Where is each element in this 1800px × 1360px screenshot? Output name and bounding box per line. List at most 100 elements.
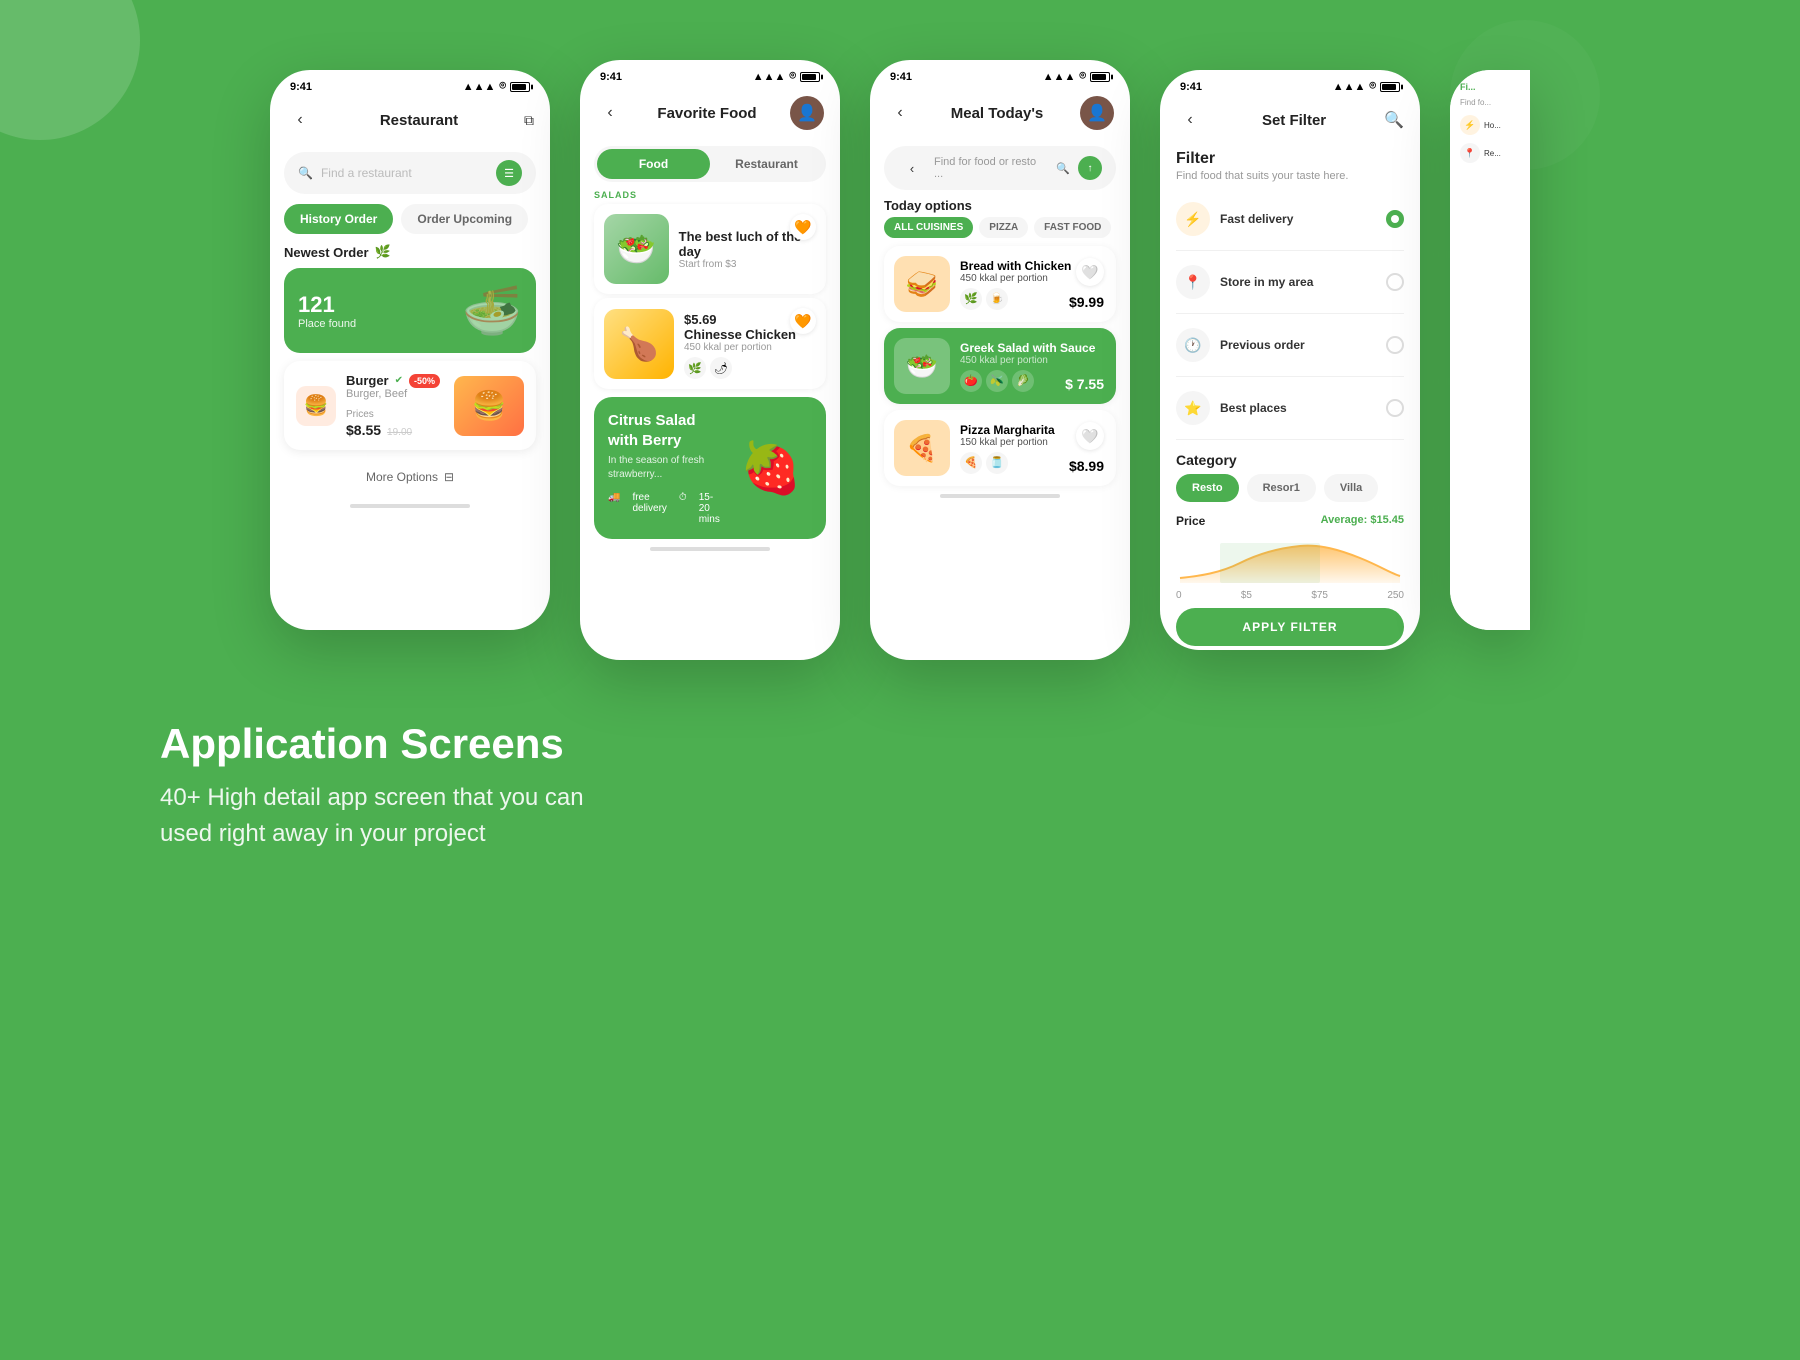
battery-icon-4 bbox=[1380, 82, 1400, 92]
status-icons-3: ▲▲▲ ⌾ bbox=[1043, 70, 1110, 83]
meal-card-1[interactable]: 🥪 Bread with Chicken 450 kkal per portio… bbox=[884, 246, 1116, 322]
signal-icon-2: ▲▲▲ bbox=[753, 71, 786, 83]
back-button-2[interactable]: ‹ bbox=[596, 99, 624, 127]
cat-btn-2[interactable]: Resor1 bbox=[1247, 474, 1316, 502]
heart-meal3[interactable]: 🤍 bbox=[1076, 422, 1104, 450]
filter-icon[interactable]: ⧉ bbox=[524, 112, 534, 129]
time-1: 9:41 bbox=[290, 81, 312, 93]
filter-option-4[interactable]: ⭐ Best places bbox=[1160, 381, 1420, 435]
filter-pizza[interactable]: PIZZA bbox=[979, 217, 1028, 238]
restaurant-info: Burger ✔ -50% Burger, Beef Prices $8.55 … bbox=[346, 373, 440, 438]
heart-meal1[interactable]: 🤍 bbox=[1076, 258, 1104, 286]
price-row: Price Average: $15.45 bbox=[1160, 512, 1420, 530]
search-bar-3[interactable]: ‹ Find for food or resto ... 🔍 ↑ bbox=[884, 146, 1116, 190]
status-icons-1: ▲▲▲ ⌾ bbox=[463, 80, 530, 93]
featured-card[interactable]: Citrus Salad with Berry In the season of… bbox=[594, 397, 826, 539]
store-icon: 📍 bbox=[1176, 265, 1210, 299]
apply-filter-button[interactable]: APPLY FILTER bbox=[1176, 608, 1404, 646]
screen4-title: Set Filter bbox=[1262, 112, 1326, 129]
price-avg-value: $15.45 bbox=[1370, 514, 1404, 526]
ing-1: 🌿 bbox=[684, 357, 706, 379]
screen5-partial: Fi... Find fo... ⚡ Ho... 📍 Re... bbox=[1450, 70, 1530, 630]
search-icon-4[interactable]: 🔍 bbox=[1384, 110, 1404, 130]
meal-card-3[interactable]: 🍕 Pizza Margharita 150 kkal per portion … bbox=[884, 410, 1116, 486]
user-avatar-3: 👤 bbox=[1080, 96, 1114, 130]
battery-icon-3 bbox=[1090, 72, 1110, 82]
option4-text: Best places bbox=[1220, 401, 1376, 415]
more-options-label: More Options bbox=[366, 470, 438, 484]
cat-btn-1[interactable]: Resto bbox=[1176, 474, 1239, 502]
price-new: $8.55 bbox=[346, 422, 381, 438]
best-places-icon: ⭐ bbox=[1176, 391, 1210, 425]
filter-option-2[interactable]: 📍 Store in my area bbox=[1160, 255, 1420, 309]
back-button-4[interactable]: ‹ bbox=[1176, 106, 1204, 134]
wifi-icon-2: ⌾ bbox=[789, 70, 796, 83]
food-tab[interactable]: Food bbox=[597, 149, 710, 179]
back-button-1[interactable]: ‹ bbox=[286, 106, 314, 134]
time-icon: ⏱ bbox=[679, 492, 687, 525]
screen3-meal: 9:41 ▲▲▲ ⌾ ‹ Meal Today's 👤 ‹ Find for f… bbox=[870, 60, 1130, 660]
partial-text-1: Ho... bbox=[1484, 121, 1501, 130]
signal-icon-4: ▲▲▲ bbox=[1333, 81, 1366, 93]
order-tabs: History Order Order Upcoming bbox=[284, 204, 536, 234]
chicken-image: 🍗 bbox=[604, 309, 674, 379]
restaurant-card[interactable]: 🍔 Burger ✔ -50% Burger, Beef Prices $8.5… bbox=[284, 361, 536, 450]
radio-2[interactable] bbox=[1386, 273, 1404, 291]
cuisine-filters: ALL CUISINES PIZZA FAST FOOD GREEK bbox=[884, 217, 1116, 238]
prices-label: Prices bbox=[346, 409, 374, 420]
radio-4[interactable] bbox=[1386, 399, 1404, 417]
leaf-icon: 🌿 bbox=[375, 244, 391, 260]
restaurant-tab[interactable]: Restaurant bbox=[710, 149, 823, 179]
radio-3[interactable] bbox=[1386, 336, 1404, 354]
radio-1[interactable] bbox=[1386, 210, 1404, 228]
signal-icon: ▲▲▲ bbox=[463, 81, 496, 93]
search-green-btn[interactable]: ↑ bbox=[1078, 156, 1102, 180]
cat-btn-3[interactable]: Villa bbox=[1324, 474, 1378, 502]
featured-food-image: 🍓 bbox=[726, 423, 816, 513]
search-icon-3[interactable]: 🔍 bbox=[1056, 162, 1070, 175]
heart-btn-2[interactable]: 🧡 bbox=[790, 308, 816, 334]
user-avatar-2: 👤 bbox=[790, 96, 824, 130]
home-indicator-1 bbox=[350, 504, 470, 508]
food-item-1[interactable]: 🥗 The best luch of the day Start from $3… bbox=[594, 204, 826, 294]
category-title: Category bbox=[1160, 444, 1420, 474]
partial-filter-label: Fi... bbox=[1460, 82, 1520, 92]
partial-content: Fi... Find fo... ⚡ Ho... 📍 Re... bbox=[1450, 70, 1530, 630]
history-order-tab[interactable]: History Order bbox=[284, 204, 393, 234]
price-old: 19.00 bbox=[387, 427, 412, 438]
featured-desc: In the season of fresh strawberry... bbox=[608, 454, 720, 482]
search-filter-btn[interactable]: ☰ bbox=[496, 160, 522, 186]
status-icons-4: ▲▲▲ ⌾ bbox=[1333, 80, 1400, 93]
search-back[interactable]: ‹ bbox=[898, 154, 926, 182]
meal1-name: Bread with Chicken bbox=[960, 259, 1071, 273]
filter-title: Filter bbox=[1160, 142, 1420, 170]
meal1-cal: 450 kkal per portion bbox=[960, 273, 1071, 284]
upcoming-order-tab[interactable]: Order Upcoming bbox=[401, 204, 528, 234]
meal2-name: Greek Salad with Sauce bbox=[960, 341, 1095, 355]
more-options-icon: ⊟ bbox=[444, 470, 454, 484]
filter-fastfood[interactable]: FAST FOOD bbox=[1034, 217, 1111, 238]
heart-btn-1[interactable]: 🧡 bbox=[790, 214, 816, 240]
meal1-price: $9.99 bbox=[1069, 294, 1104, 310]
food-item-2[interactable]: 🍗 $5.69 Chinesse Chicken 450 kkal per po… bbox=[594, 298, 826, 389]
wifi-icon: ⌾ bbox=[499, 80, 506, 93]
partial-text-2: Re... bbox=[1484, 149, 1501, 158]
partial-icon-2: 📍 bbox=[1460, 143, 1480, 163]
back-button-3[interactable]: ‹ bbox=[886, 99, 914, 127]
filter-option-1[interactable]: ⚡ Fast delivery bbox=[1160, 192, 1420, 246]
filter-all[interactable]: ALL CUISINES bbox=[884, 217, 973, 238]
more-options[interactable]: More Options ⊟ bbox=[270, 458, 550, 496]
nav-header-4: ‹ Set Filter 🔍 bbox=[1160, 98, 1420, 142]
meal-card-2[interactable]: 🥗 Greek Salad with Sauce 450 kkal per po… bbox=[884, 328, 1116, 404]
price-chart-svg bbox=[1176, 538, 1404, 583]
status-icons-2: ▲▲▲ ⌾ bbox=[753, 70, 820, 83]
screen2-favorite: 9:41 ▲▲▲ ⌾ ‹ Favorite Food 👤 Food Restau… bbox=[580, 60, 840, 660]
meal2-price: $ 7.55 bbox=[1065, 376, 1104, 392]
restaurant-category: Burger, Beef bbox=[346, 388, 440, 400]
battery-icon-2 bbox=[800, 72, 820, 82]
food-tabs: Food Restaurant bbox=[594, 146, 826, 182]
search-bar-1[interactable]: 🔍 Find a restaurant ☰ bbox=[284, 152, 536, 194]
delivery-time: 15-20 mins bbox=[699, 492, 720, 525]
order-count-number: 121 bbox=[298, 292, 356, 318]
filter-option-3[interactable]: 🕐 Previous order bbox=[1160, 318, 1420, 372]
